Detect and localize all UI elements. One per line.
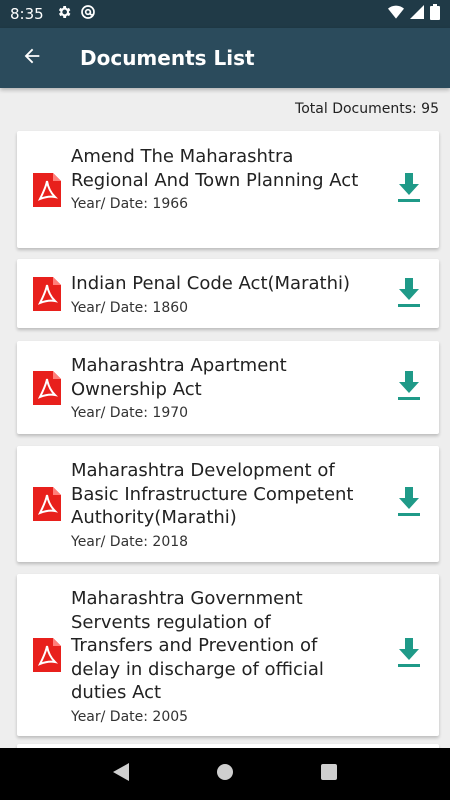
- document-card[interactable]: Maharashtra Development of Basic Infrast…: [17, 446, 439, 562]
- pdf-file-icon: [33, 173, 61, 207]
- download-icon[interactable]: [397, 638, 421, 668]
- app-bar: Documents List: [0, 28, 450, 88]
- document-title: Amend The Maharashtra Regional And Town …: [71, 146, 359, 191]
- document-title: Maharashtra Development of Basic Infrast…: [71, 460, 354, 528]
- document-card[interactable]: Amend The Maharashtra Regional And Town …: [17, 131, 439, 248]
- status-bar: 8:35: [0, 0, 450, 28]
- document-year: Year/ Date: 1860: [71, 299, 189, 316]
- document-card[interactable]: Indian Penal Code Act(Marathi) Year/ Dat…: [17, 259, 439, 328]
- documents-list[interactable]: Total Documents: 95 Amend The Maharashtr…: [0, 88, 450, 748]
- wifi-icon: [388, 5, 404, 23]
- nav-home-circle-icon[interactable]: [216, 763, 234, 785]
- nav-back-triangle-icon[interactable]: [113, 763, 130, 785]
- document-title: Maharashtra Government Servents regulati…: [71, 588, 324, 703]
- back-button[interactable]: [4, 28, 60, 88]
- settings-gear-icon: [56, 4, 72, 24]
- pdf-file-icon: [33, 487, 61, 521]
- pdf-file-icon: [33, 638, 61, 672]
- system-navigation-bar: [0, 748, 450, 800]
- cellular-signal-icon: [410, 5, 424, 23]
- battery-icon: [430, 4, 440, 24]
- nav-recents-square-icon[interactable]: [320, 764, 337, 784]
- document-card[interactable]: Maharashtra Government Servents regulati…: [17, 574, 439, 736]
- document-year: Year/ Date: 1970: [71, 405, 189, 421]
- document-year: Year/ Date: 2005: [71, 708, 189, 725]
- download-icon[interactable]: [397, 173, 421, 203]
- at-sign-icon: [80, 4, 96, 24]
- total-documents-label: Total Documents: 95: [295, 101, 439, 117]
- pdf-file-icon: [33, 277, 61, 311]
- download-icon[interactable]: [397, 371, 421, 401]
- download-icon[interactable]: [397, 278, 421, 308]
- download-icon[interactable]: [397, 487, 421, 517]
- pdf-file-icon: [33, 371, 61, 405]
- document-title: Maharashtra Apartment Ownership Act: [71, 355, 287, 400]
- document-year: Year/ Date: 2018: [71, 533, 189, 550]
- document-card[interactable]: Maharashtra Apartment Ownership Act Year…: [17, 341, 439, 434]
- document-title: Indian Penal Code Act(Marathi): [71, 273, 351, 294]
- document-year: Year/ Date: 1966: [71, 196, 189, 212]
- status-time: 8:35: [10, 5, 44, 23]
- page-title: Documents List: [80, 46, 255, 70]
- arrow-back-icon: [21, 45, 43, 71]
